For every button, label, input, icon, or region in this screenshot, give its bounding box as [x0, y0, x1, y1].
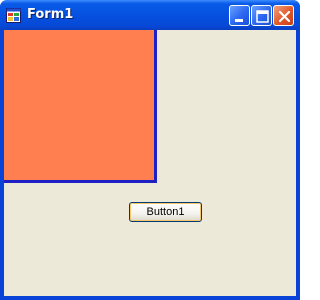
- minimize-button[interactable]: [229, 5, 250, 26]
- orange-panel: [4, 30, 157, 183]
- maximize-icon: [256, 10, 269, 23]
- maximize-button[interactable]: [251, 5, 272, 26]
- minimize-icon: [235, 19, 243, 22]
- form-client-area: Button1: [4, 30, 296, 296]
- form-window: Form1 Button1: [0, 0, 300, 300]
- button1[interactable]: Button1: [129, 202, 202, 222]
- window-title: Form1: [27, 7, 74, 22]
- title-bar[interactable]: Form1: [0, 0, 300, 30]
- close-button[interactable]: [273, 5, 294, 26]
- close-icon: [278, 10, 291, 23]
- app-icon: [6, 8, 21, 23]
